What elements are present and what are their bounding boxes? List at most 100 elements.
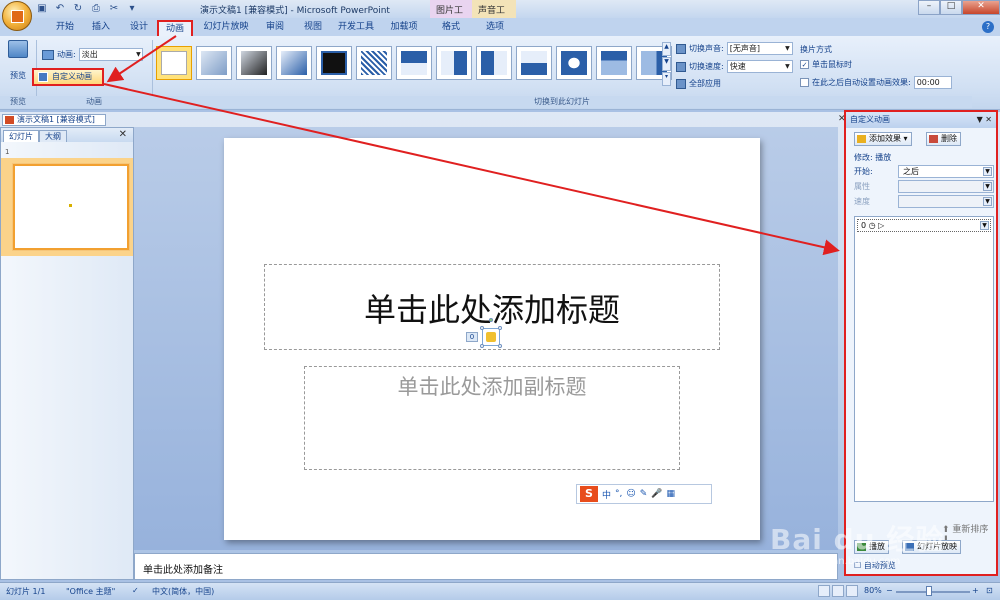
transition-speed-select[interactable]: 快速 ▼	[726, 60, 793, 73]
close-button[interactable]: ✕	[962, 0, 1000, 15]
transition-cut[interactable]	[276, 46, 312, 80]
maximize-button[interactable]: □	[940, 0, 962, 15]
transition-wipe-down[interactable]	[396, 46, 432, 80]
gallery-scroll[interactable]: ▲ ▼ ▾	[662, 42, 671, 86]
tab-home[interactable]: 开始	[50, 20, 80, 36]
ime-toolbox-icon[interactable]: ▦	[667, 489, 676, 499]
slideshow-view-icon[interactable]	[846, 585, 858, 597]
transition-sound-select[interactable]: [无声音] ▼	[726, 42, 793, 55]
tab-developer[interactable]: 开发工具	[334, 20, 378, 36]
rotate-handle[interactable]	[489, 318, 493, 322]
slides-panel: 幻灯片 大纲 ✕ 1	[0, 127, 134, 580]
pane-header: 自定义动画 ▼ ✕	[846, 112, 996, 128]
zoom-out-icon[interactable]: −	[886, 586, 893, 595]
tab-format[interactable]: 格式	[436, 20, 466, 36]
ime-handwrite-icon[interactable]: ✎	[640, 489, 648, 499]
remove-button[interactable]: 删除	[926, 132, 961, 146]
gallery-more-icon[interactable]: ▾	[662, 72, 671, 86]
minimize-button[interactable]: –	[918, 0, 940, 15]
chevron-down-icon: ▼	[983, 167, 992, 176]
resize-handle[interactable]	[498, 326, 502, 330]
zoom-slider-thumb[interactable]	[926, 586, 932, 596]
tab-addins[interactable]: 加载项	[386, 20, 422, 36]
after-time-input[interactable]: 00:00	[913, 76, 952, 89]
transition-split[interactable]	[556, 46, 592, 80]
transition-wipe-left[interactable]	[436, 46, 472, 80]
transition-push-down[interactable]	[596, 46, 632, 80]
preview-label: 预览	[10, 71, 26, 80]
resize-handle[interactable]	[480, 326, 484, 330]
print-icon[interactable]: ⎙	[90, 2, 102, 14]
tab-view[interactable]: 视图	[298, 20, 328, 36]
tab-design[interactable]: 设计	[124, 20, 154, 36]
on-click-checkbox[interactable]: ✓	[800, 60, 809, 69]
zoom-slider[interactable]	[896, 591, 970, 593]
help-icon[interactable]: ?	[982, 21, 994, 33]
apply-all-button[interactable]: 全部应用	[676, 78, 721, 89]
document-tab[interactable]: 演示文稿1 [兼容模式]	[2, 114, 106, 126]
normal-view-icon[interactable]	[818, 585, 830, 597]
document-tab-label: 演示文稿1 [兼容模式]	[17, 115, 95, 124]
undo-icon[interactable]: ↶	[54, 2, 66, 14]
cut-icon[interactable]: ✂	[108, 2, 120, 14]
resize-handle[interactable]	[498, 344, 502, 348]
tab-slides[interactable]: 幻灯片	[3, 130, 39, 142]
animation-list-item[interactable]: 0 ◷ ▷ ▼	[857, 219, 991, 232]
property-select: ▼	[898, 180, 994, 193]
transition-none[interactable]	[156, 46, 192, 80]
subtitle-placeholder[interactable]: 单击此处添加副标题	[304, 366, 680, 470]
tab-options[interactable]: 选项	[480, 20, 510, 36]
ime-toolbar: S 中 °, ☺ ✎ 🎤 ▦	[576, 484, 712, 504]
sound-icon	[676, 43, 686, 54]
after-time-checkbox[interactable]	[800, 78, 809, 87]
customize-qat-icon[interactable]: ▾	[126, 2, 138, 14]
group-label-preview: 预览	[0, 96, 36, 108]
spellcheck-icon[interactable]: ✓	[132, 586, 139, 595]
transition-fade-smoothly[interactable]	[196, 46, 232, 80]
ime-voice-icon[interactable]: 🎤	[651, 489, 662, 499]
zoom-level[interactable]: 80%	[864, 586, 882, 595]
gallery-down-icon[interactable]: ▼	[662, 57, 671, 71]
reorder-label: 重新排序	[952, 525, 989, 535]
advance-on-click[interactable]: ✓ 单击鼠标时	[800, 59, 852, 70]
tab-slideshow[interactable]: 幻灯片放映	[200, 20, 252, 36]
sogou-logo-icon[interactable]: S	[580, 486, 598, 502]
pane-controls[interactable]: ▼ ✕	[977, 112, 992, 128]
add-effect-button[interactable]: 添加效果 ▾	[854, 132, 912, 146]
preview-button[interactable]: 预览	[4, 40, 32, 81]
redo-icon[interactable]: ↻	[72, 2, 84, 14]
ime-chinese-mode[interactable]: 中	[602, 488, 611, 501]
start-select[interactable]: 之后 ▼	[898, 165, 994, 178]
slide-canvas[interactable]: 单击此处添加标题 单击此处添加副标题 0	[224, 138, 760, 540]
tab-review[interactable]: 审阅	[260, 20, 290, 36]
tab-insert[interactable]: 插入	[86, 20, 116, 36]
slide-thumbnail[interactable]	[13, 164, 129, 250]
notes-pane[interactable]: 单击此处添加备注	[134, 553, 838, 580]
tab-animation[interactable]: 动画	[157, 20, 193, 36]
transition-fade-black[interactable]	[236, 46, 272, 80]
gallery-up-icon[interactable]: ▲	[662, 42, 671, 56]
fit-window-icon[interactable]: ⊡	[986, 586, 993, 595]
sound-object[interactable]	[482, 328, 500, 346]
animation-label: 动画:	[57, 50, 76, 59]
tab-outline[interactable]: 大纲	[39, 130, 67, 142]
zoom-in-icon[interactable]: +	[972, 586, 979, 595]
office-button[interactable]	[2, 1, 32, 31]
transition-cut-black[interactable]	[316, 46, 352, 80]
ime-emoji-icon[interactable]: ☺	[626, 489, 635, 499]
transition-wipe-right[interactable]	[476, 46, 512, 80]
transition-wipe-up[interactable]	[516, 46, 552, 80]
slides-panel-tabs: 幻灯片 大纲 ✕	[1, 128, 133, 142]
after-time-label: 在此之后自动设置动画效果:	[812, 78, 911, 87]
transition-dissolve[interactable]	[356, 46, 392, 80]
chevron-down-icon: ▼	[136, 51, 141, 58]
ribbon-tabs: 开始 插入 设计 动画 幻灯片放映 审阅 视图 开发工具 加载项 格式 选项 ?	[0, 18, 1000, 36]
animation-select[interactable]: 淡出 ▼	[78, 48, 143, 61]
resize-handle[interactable]	[480, 344, 484, 348]
custom-animation-button[interactable]: 自定义动画	[32, 68, 104, 86]
sorter-view-icon[interactable]	[832, 585, 844, 597]
group-label-transition: 切换到此幻灯片	[152, 96, 972, 108]
ime-punctuation[interactable]: °,	[615, 489, 622, 499]
save-icon[interactable]: ▣	[36, 2, 48, 14]
close-icon[interactable]: ✕	[119, 129, 127, 140]
